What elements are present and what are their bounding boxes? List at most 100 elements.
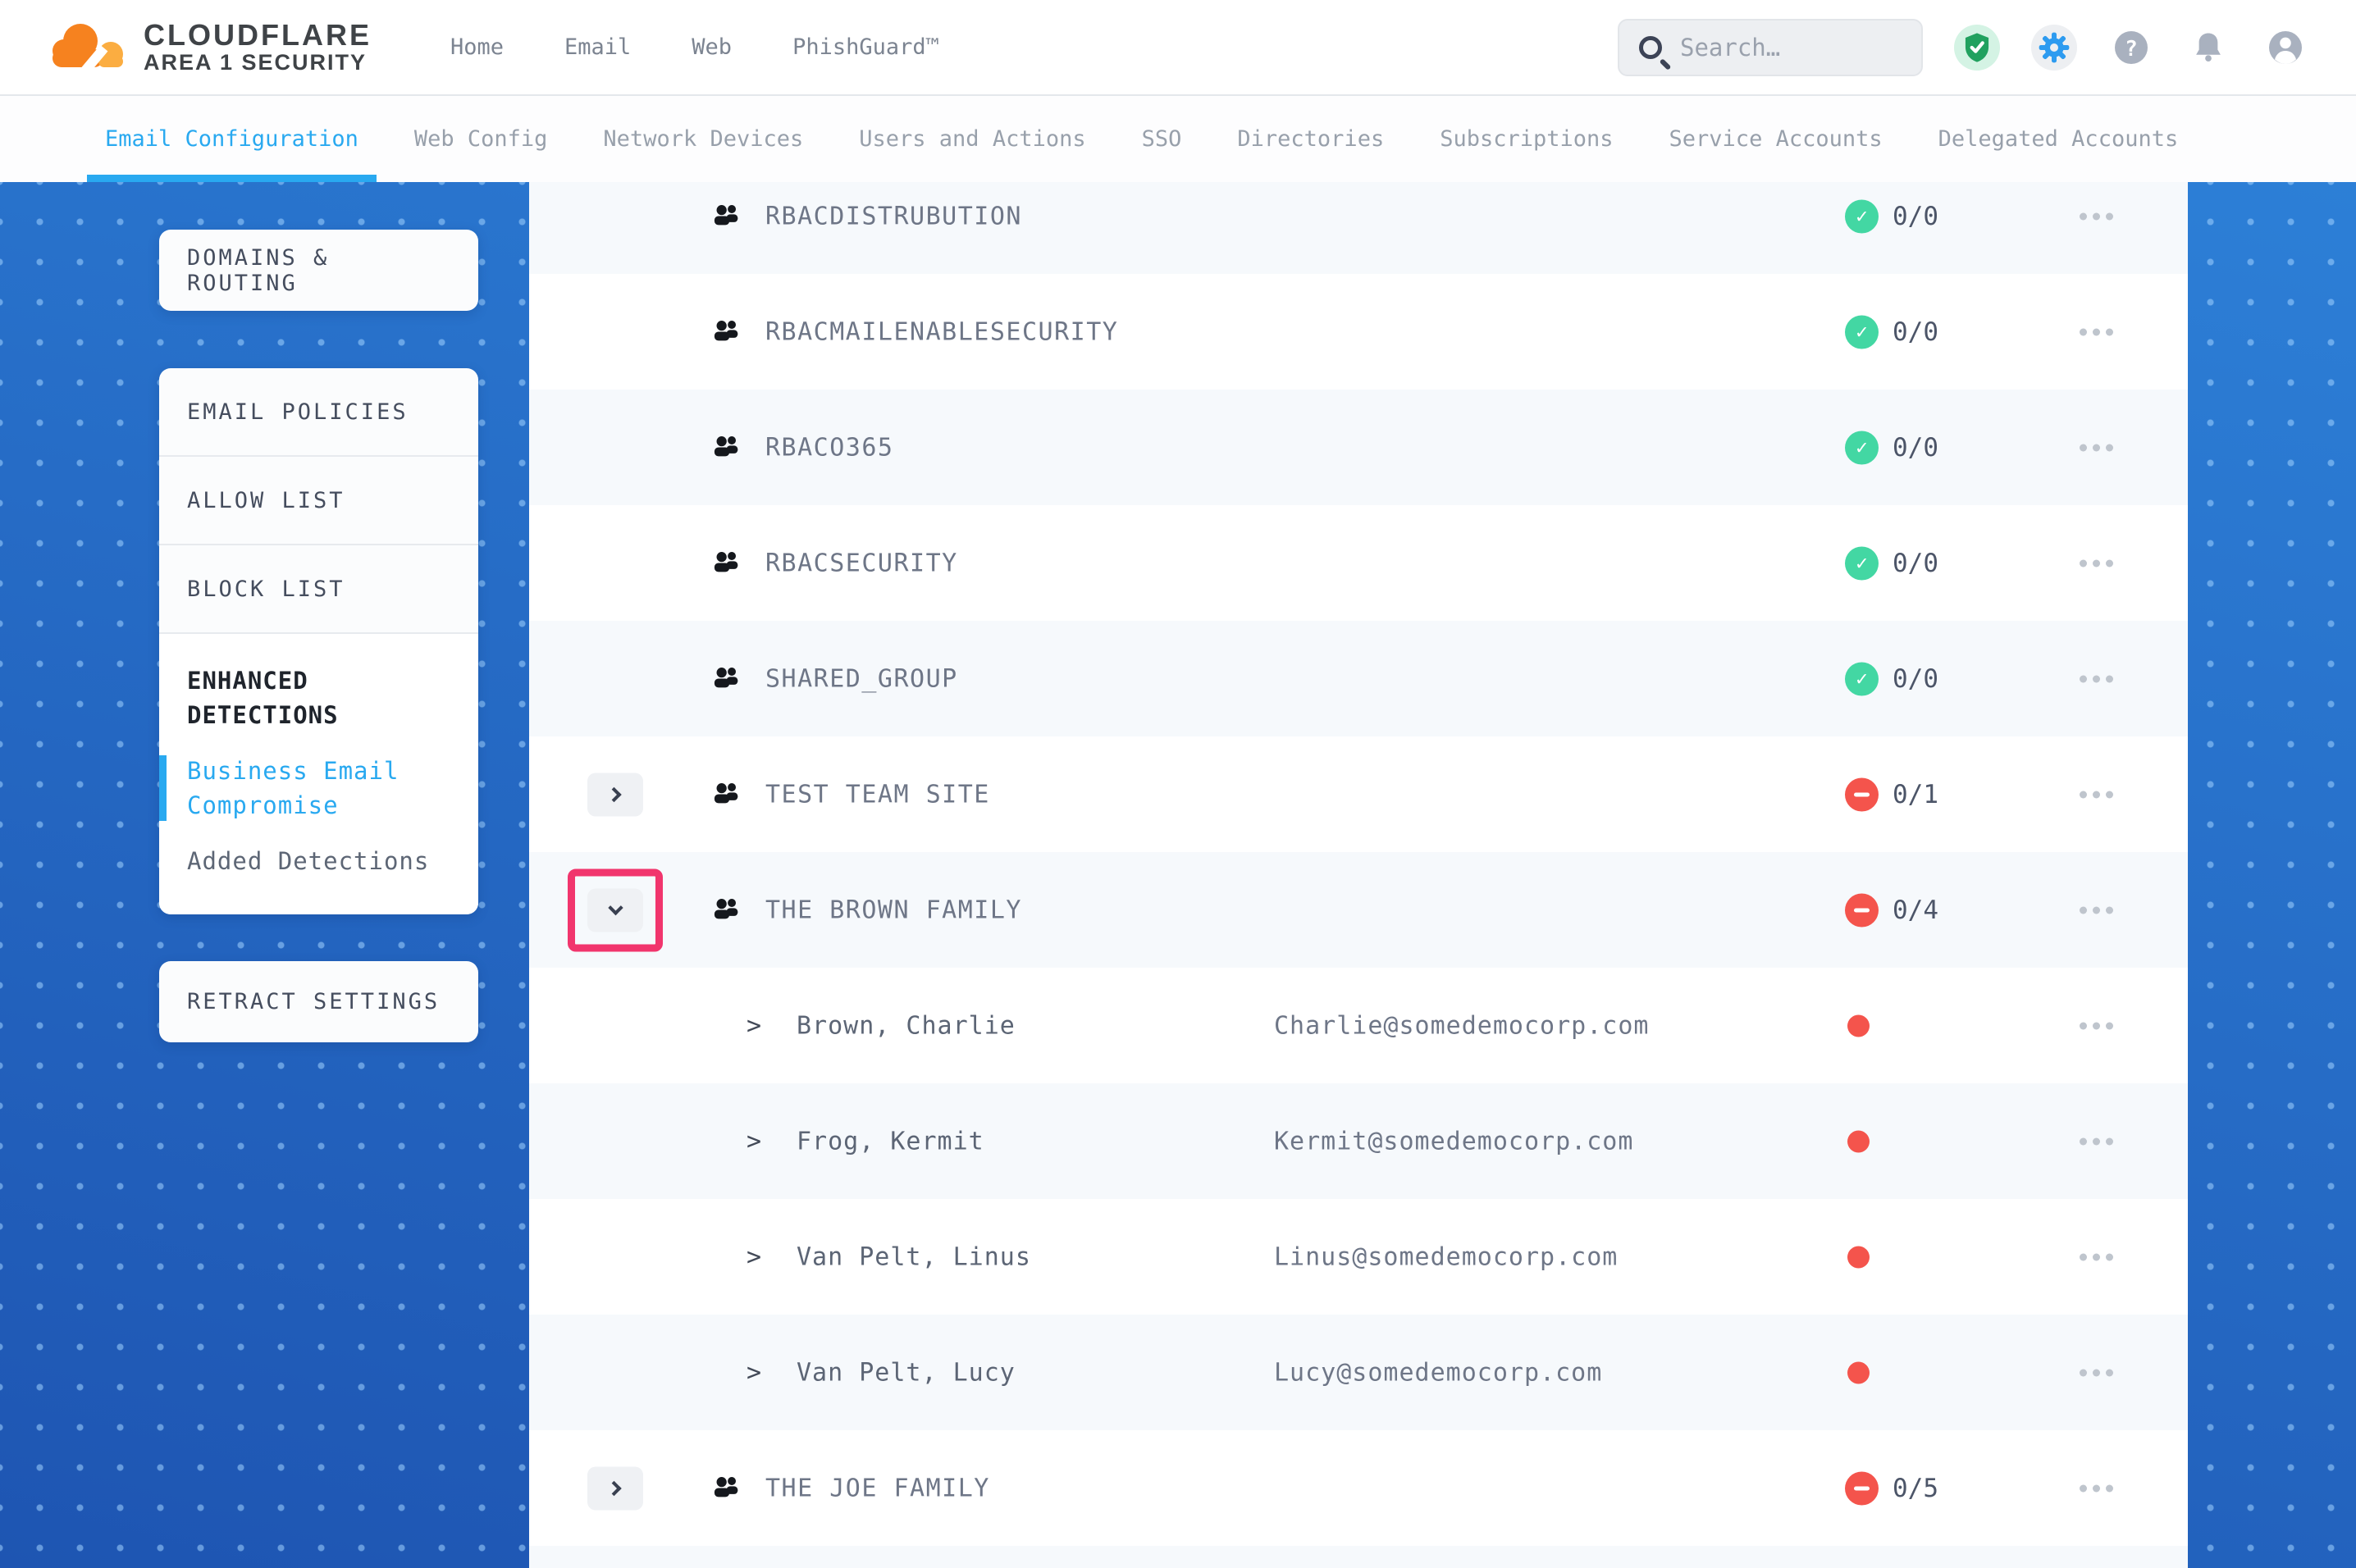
svg-text:?: ? <box>2125 37 2138 62</box>
retract-settings-label: RETRACT SETTINGS <box>187 989 440 1014</box>
member-email: Linus@somedemocorp.com <box>1274 1242 1618 1271</box>
tab-directories[interactable]: Directories <box>1219 96 1402 182</box>
brand-product: AREA 1 SECURITY <box>144 51 372 75</box>
group-row: RBACSECURITY0/0 <box>529 505 2188 621</box>
row-actions-menu[interactable] <box>2080 1253 2113 1260</box>
member-name: Van Pelt, Linus <box>797 1242 1031 1271</box>
collapse-group-button[interactable] <box>587 888 643 932</box>
sidebar-item-email-policies[interactable]: EMAIL POLICIES <box>159 368 478 455</box>
member-expand-caret[interactable]: > <box>747 1358 761 1387</box>
group-count: 0/5 <box>1893 1474 1938 1503</box>
group-count: 0/0 <box>1893 664 1938 694</box>
security-shield-icon[interactable] <box>1954 25 2000 71</box>
enhanced-detections-section: ENHANCED DETECTIONS Business Email Compr… <box>159 634 478 914</box>
member-name: Van Pelt, Lucy <box>797 1358 1016 1387</box>
group-name: SHARED_GROUP <box>765 664 958 693</box>
row-actions-menu[interactable] <box>2080 1137 2113 1145</box>
nav-item-email[interactable]: Email <box>564 34 631 60</box>
member-expand-caret[interactable]: > <box>747 1242 761 1271</box>
group-count: 0/4 <box>1893 896 1938 925</box>
domains-routing-label: DOMAINS & ROUTING <box>187 245 450 296</box>
nav-item-home[interactable]: Home <box>450 34 504 60</box>
search-icon <box>1639 36 1662 59</box>
settings-gear-icon[interactable] <box>2031 25 2077 71</box>
status-ok-badge <box>1845 662 1879 695</box>
sidebar-card-retract-settings[interactable]: RETRACT SETTINGS <box>159 961 478 1042</box>
enhanced-detections-heading: ENHANCED DETECTIONS <box>187 663 450 732</box>
row-actions-menu[interactable] <box>2080 1369 2113 1376</box>
sidebar-item-block-list[interactable]: BLOCK LIST <box>159 545 478 632</box>
status-blocked-badge <box>1845 893 1879 927</box>
expand-group-button[interactable] <box>587 773 643 816</box>
group-name: RBACDISTRUBUTION <box>765 202 1022 230</box>
group-row: RBACO3650/0 <box>529 390 2188 505</box>
member-email: Lucy@somedemocorp.com <box>1274 1358 1602 1387</box>
tab-delegated-accounts[interactable]: Delegated Accounts <box>1920 96 2197 182</box>
group-people-icon <box>712 203 741 230</box>
help-icon[interactable]: ? <box>2108 25 2154 71</box>
member-row: >Brown, CharlieCharlie@somedemocorp.com <box>529 968 2188 1083</box>
group-people-icon <box>712 549 741 577</box>
group-row: THE BROWN FAMILY 0/4 <box>529 852 2188 968</box>
group-people-icon <box>712 434 741 462</box>
row-actions-menu[interactable] <box>2080 1022 2113 1029</box>
status-ok-badge <box>1845 431 1879 464</box>
primary-nav: Home Email Web PhishGuard™ <box>450 34 939 60</box>
notifications-bell-icon[interactable] <box>2185 25 2231 71</box>
nav-item-web[interactable]: Web <box>692 34 732 60</box>
group-row: TEST TEAM SITE0/1 <box>529 736 2188 852</box>
sidebar-link-added-detections[interactable]: Added Detections <box>187 844 450 878</box>
row-actions-menu[interactable] <box>2080 212 2113 220</box>
chevron-right-icon <box>606 786 621 801</box>
expand-group-button[interactable] <box>587 1466 643 1510</box>
row-actions-menu[interactable] <box>2080 906 2113 914</box>
member-status-dot <box>1847 1361 1870 1383</box>
tab-network-devices[interactable]: Network Devices <box>585 96 821 182</box>
member-email: Kermit@somedemocorp.com <box>1274 1127 1633 1155</box>
member-name: Brown, Charlie <box>797 1011 1016 1040</box>
row-actions-menu[interactable] <box>2080 1484 2113 1492</box>
group-people-icon <box>712 781 741 809</box>
nav-item-phishguard[interactable]: PhishGuard™ <box>792 34 939 60</box>
sidebar-item-allow-list[interactable]: ALLOW LIST <box>159 457 478 544</box>
row-actions-menu[interactable] <box>2080 791 2113 798</box>
group-name: THE JOE FAMILY <box>765 1474 990 1502</box>
groups-table-panel: RBACDISTRUBUTION 0/0 RBACMAILENABLESECURIT… <box>529 182 2188 1568</box>
member-status-dot <box>1847 1130 1870 1152</box>
group-row: RBACDISTRUBUTION 0/0 <box>529 182 2188 274</box>
row-actions-menu[interactable] <box>2080 328 2113 335</box>
member-expand-caret[interactable]: > <box>747 1011 761 1040</box>
search-box[interactable] <box>1618 19 1923 76</box>
sidebar-link-business-email-compromise[interactable]: Business Email Compromise <box>187 754 450 823</box>
tab-web-config[interactable]: Web Config <box>396 96 566 182</box>
row-actions-menu[interactable] <box>2080 559 2113 567</box>
tab-users-and-actions[interactable]: Users and Actions <box>841 96 1103 182</box>
group-name: RBACSECURITY <box>765 549 958 577</box>
member-expand-caret[interactable]: > <box>747 1127 761 1155</box>
group-count: 0/1 <box>1893 780 1938 809</box>
sidebar-item-label: EMAIL POLICIES <box>187 399 409 425</box>
tab-subscriptions[interactable]: Subscriptions <box>1422 96 1631 182</box>
group-row: RBACMAILENABLESECURITY0/0 <box>529 274 2188 390</box>
group-name: THE BROWN FAMILY <box>765 896 1022 924</box>
member-row: > Frog, Kermit Kermit@somedemocorp.com <box>529 1083 2188 1199</box>
group-name: RBACO365 <box>765 433 894 462</box>
cloudflare-logo[interactable]: CLOUDFLARE AREA 1 SECURITY <box>48 19 372 75</box>
group-count: 0/0 <box>1893 202 1938 231</box>
account-icon[interactable] <box>2262 25 2308 71</box>
row-actions-menu[interactable] <box>2080 444 2113 451</box>
group-people-icon <box>712 318 741 346</box>
group-row: SHARED_GROUP 0/0 <box>529 621 2188 736</box>
status-ok-badge <box>1845 546 1879 580</box>
tab-sso[interactable]: SSO <box>1124 96 1200 182</box>
status-blocked-badge <box>1845 1471 1879 1505</box>
tab-service-accounts[interactable]: Service Accounts <box>1651 96 1901 182</box>
secondary-tab-bar: Email ConfigurationWeb ConfigNetwork Dev… <box>0 96 2356 182</box>
search-input[interactable] <box>1680 34 1902 62</box>
sidebar-card-domains-routing[interactable]: DOMAINS & ROUTING <box>159 230 478 311</box>
member-name: Frog, Kermit <box>797 1127 984 1155</box>
tab-email-configuration[interactable]: Email Configuration <box>87 96 377 182</box>
cloudflare-cloud-icon <box>48 20 132 75</box>
row-actions-menu[interactable] <box>2080 675 2113 682</box>
member-row: > Van Pelt, Linus Linus@somedemocorp.com <box>529 1199 2188 1315</box>
